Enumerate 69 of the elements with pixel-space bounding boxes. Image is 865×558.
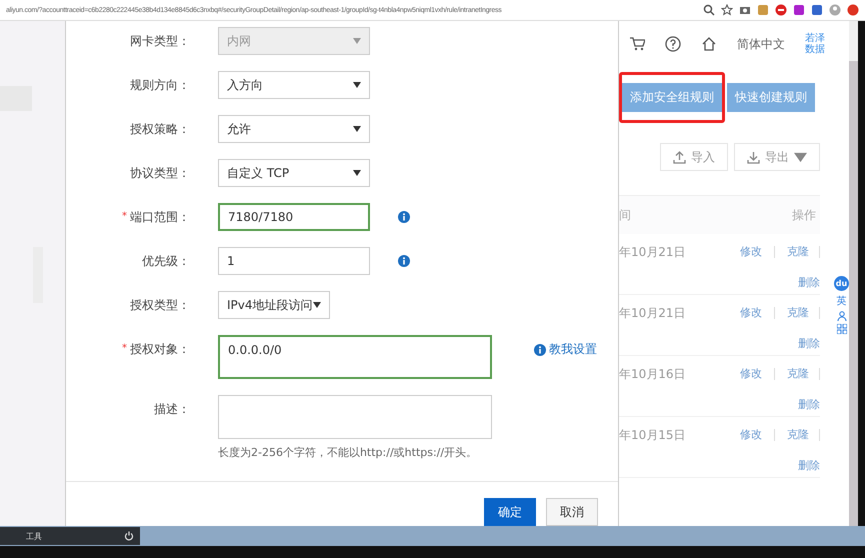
home-icon[interactable] xyxy=(701,36,717,52)
info-icon xyxy=(534,344,546,356)
field-label: 优先级： xyxy=(142,253,190,270)
upload-icon xyxy=(673,150,686,164)
field-label: 描述： xyxy=(154,401,190,418)
camera-icon[interactable] xyxy=(739,4,751,16)
dropdown[interactable]: 允许 xyxy=(218,115,370,143)
language-toggle[interactable]: 英 xyxy=(836,294,846,308)
field-label: 网卡类型： xyxy=(130,33,190,50)
caret-icon xyxy=(794,150,807,164)
dropdown[interactable]: 入方向 xyxy=(218,71,370,99)
import-button[interactable]: 导入 xyxy=(660,143,728,171)
column-header: 操作 xyxy=(792,206,816,224)
action-link[interactable]: 修改 xyxy=(740,305,762,324)
action-link[interactable]: 删除 xyxy=(798,458,820,477)
action-link[interactable]: 删除 xyxy=(798,336,820,355)
person-icon[interactable] xyxy=(836,311,846,321)
caret-icon xyxy=(313,302,321,308)
caret-icon xyxy=(353,126,361,132)
dropdown[interactable]: IPv4地址段访问 xyxy=(218,291,330,319)
help-link[interactable]: 教我设置 xyxy=(534,341,597,358)
field-label: 端口范围： xyxy=(130,209,190,226)
action-link[interactable]: 克隆 xyxy=(787,427,809,446)
action-link[interactable]: 删除 xyxy=(798,275,820,294)
table-cell-text: 年10月21日 xyxy=(619,305,686,322)
zoom-icon[interactable] xyxy=(703,4,715,16)
logo-text: 若泽数据 xyxy=(805,33,826,55)
grid-icon[interactable] xyxy=(836,324,846,334)
field-label: 规则方向： xyxy=(130,77,190,94)
action-button[interactable]: 快速创建规则 xyxy=(727,83,815,112)
field-label: 授权策略： xyxy=(130,121,190,138)
action-link[interactable]: 修改 xyxy=(740,366,762,385)
language-link[interactable]: 简体中文 xyxy=(737,36,785,52)
action-link[interactable]: 删除 xyxy=(798,397,820,416)
dropdown: 内网 xyxy=(218,27,370,55)
action-link[interactable]: 修改 xyxy=(740,427,762,446)
text-area[interactable]: 0.0.0.0/0 xyxy=(218,335,492,379)
field-label: 授权对象： xyxy=(130,341,190,358)
caret-icon xyxy=(353,82,361,88)
action-link[interactable]: 克隆 xyxy=(787,305,809,324)
export-button[interactable]: 导出 xyxy=(734,143,820,171)
download-icon xyxy=(747,150,760,164)
taskbar-item[interactable]: 工具 xyxy=(26,530,42,542)
star-icon[interactable] xyxy=(721,4,733,16)
help-icon[interactable] xyxy=(665,36,681,52)
action-link[interactable]: 克隆 xyxy=(787,366,809,385)
cart-icon[interactable] xyxy=(629,36,645,52)
table-cell-text: 年10月15日 xyxy=(619,427,686,444)
caret-icon xyxy=(353,38,361,44)
required-mark: * xyxy=(122,210,127,224)
block-icon[interactable] xyxy=(775,4,787,16)
widget-logo[interactable]: du xyxy=(834,276,849,291)
table-cell-text: 年10月16日 xyxy=(619,366,686,383)
caret-icon xyxy=(353,170,361,176)
confirm-button[interactable]: 确定 xyxy=(484,498,536,526)
action-link[interactable]: 修改 xyxy=(740,244,762,263)
table-cell-text: 年10月21日 xyxy=(619,244,686,261)
cancel-button[interactable]: 取消 xyxy=(546,498,598,526)
required-mark: * xyxy=(122,342,127,356)
dropdown[interactable]: 自定义 TCP xyxy=(218,159,370,187)
hint-text: 长度为2-256个字符，不能以http://或https://开头。 xyxy=(218,445,478,460)
power-icon[interactable] xyxy=(124,531,134,541)
input-field[interactable]: 1 xyxy=(218,247,370,275)
input-field[interactable]: 7180/7180 xyxy=(218,203,370,231)
field-label: 协议类型： xyxy=(130,165,190,182)
action-link[interactable]: 克隆 xyxy=(787,244,809,263)
action-button[interactable]: 添加安全组规则 xyxy=(622,83,722,112)
column-header: 间 xyxy=(619,206,631,224)
field-label: 授权类型： xyxy=(130,297,190,314)
